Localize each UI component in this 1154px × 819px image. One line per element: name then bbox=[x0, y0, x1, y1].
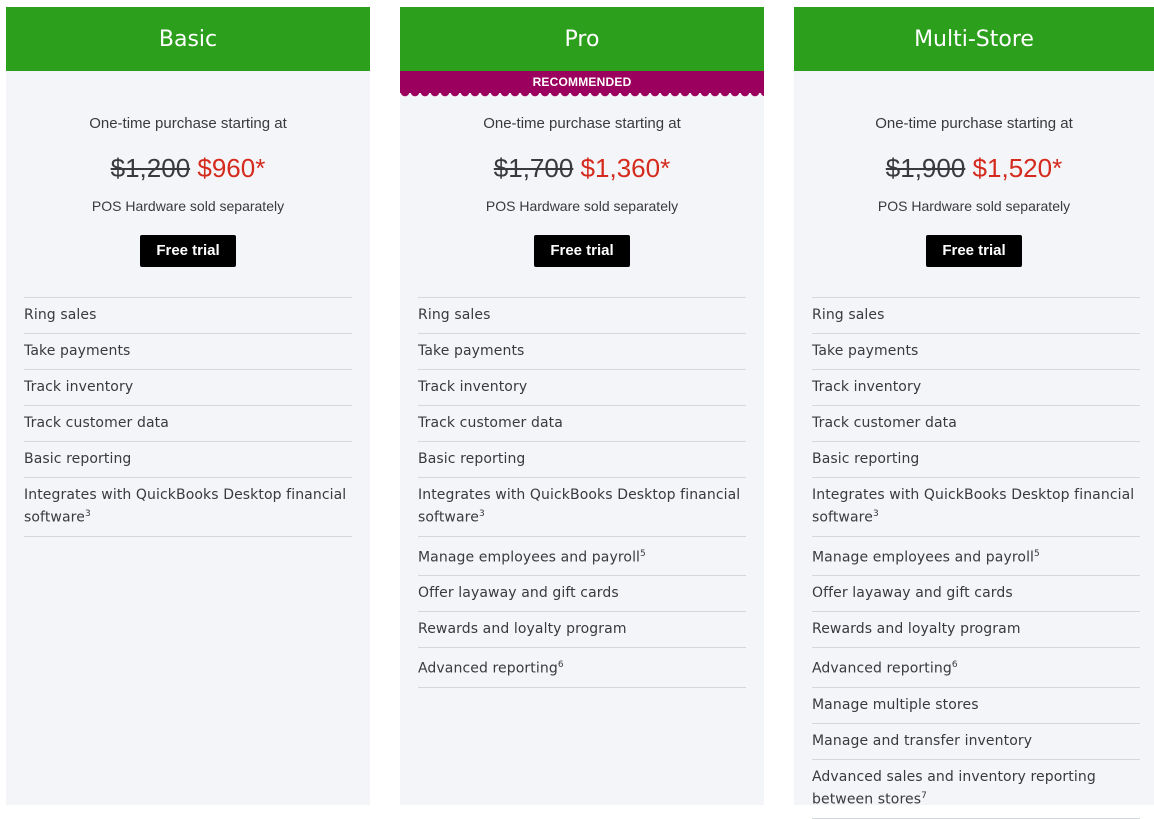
feature-text: Manage multiple stores bbox=[812, 696, 979, 713]
feature-text: Basic reporting bbox=[812, 451, 920, 467]
plan-name: Pro bbox=[400, 7, 764, 71]
feature-item: Track customer data bbox=[812, 406, 1140, 442]
recommended-ribbon: RECOMMENDED bbox=[400, 71, 764, 98]
original-price: $1,900 bbox=[885, 153, 966, 183]
feature-text: Basic reporting bbox=[24, 451, 132, 467]
feature-text: Rewards and loyalty program bbox=[418, 621, 627, 638]
plan-card-multi-store: Multi-Store One-time purchase starting a… bbox=[794, 7, 1154, 819]
price-line: $1,700 $1,360* bbox=[400, 153, 764, 184]
feature-item: Rewards and loyalty program bbox=[418, 612, 746, 649]
feature-item: Offer layaway and gift cards bbox=[418, 576, 746, 613]
free-trial-button[interactable]: Free trial bbox=[140, 235, 236, 267]
feature-text: Take payments bbox=[812, 343, 919, 359]
feature-text: Take payments bbox=[418, 343, 525, 359]
purchase-label: One-time purchase starting at bbox=[89, 115, 287, 132]
feature-item: Take payments bbox=[24, 334, 352, 370]
feature-item: Basic reporting bbox=[418, 442, 746, 478]
feature-text: Manage employees and payroll bbox=[418, 549, 641, 566]
feature-item: Integrates with QuickBooks Desktop finan… bbox=[812, 478, 1140, 537]
feature-text: Track inventory bbox=[812, 379, 922, 395]
purchase-label: One-time purchase starting at bbox=[483, 115, 681, 132]
feature-item: Rewards and loyalty program bbox=[812, 612, 1140, 649]
hardware-note: POS Hardware sold separately bbox=[91, 198, 285, 214]
feature-item: Ring sales bbox=[418, 298, 746, 334]
footnote-marker: 5 bbox=[640, 548, 646, 559]
footnote-marker: 5 bbox=[1034, 548, 1040, 559]
feature-item: Ring sales bbox=[24, 298, 352, 334]
feature-item: Take payments bbox=[812, 334, 1140, 370]
feature-item: Track inventory bbox=[418, 370, 746, 406]
feature-text: Advanced sales and inventory reporting b… bbox=[812, 768, 1096, 808]
footnote-marker: 3 bbox=[478, 509, 485, 519]
feature-text: Integrates with QuickBooks Desktop finan… bbox=[812, 487, 1135, 526]
feature-item: Track customer data bbox=[24, 406, 352, 442]
footnote-marker: 3 bbox=[872, 509, 879, 519]
feature-item: Integrates with QuickBooks Desktop finan… bbox=[24, 478, 352, 537]
plan-name: Multi-Store bbox=[794, 7, 1154, 71]
feature-item: Integrates with QuickBooks Desktop finan… bbox=[418, 478, 746, 537]
feature-text: Track customer data bbox=[812, 415, 957, 431]
feature-item: Basic reporting bbox=[24, 442, 352, 478]
feature-text: Track customer data bbox=[418, 415, 563, 431]
feature-item: Advanced reporting6 bbox=[418, 648, 746, 688]
price-line: $1,200 $960* bbox=[6, 153, 370, 184]
feature-item: Manage multiple stores bbox=[812, 688, 1140, 724]
feature-item: Manage employees and payroll5 bbox=[812, 537, 1140, 577]
feature-text: Ring sales bbox=[24, 307, 97, 323]
free-trial-button[interactable]: Free trial bbox=[534, 235, 630, 267]
hardware-note: POS Hardware sold separately bbox=[877, 198, 1071, 214]
sale-price: $1,360* bbox=[580, 153, 671, 183]
feature-item: Ring sales bbox=[812, 298, 1140, 334]
feature-item: Take payments bbox=[418, 334, 746, 370]
feature-item: Manage employees and payroll5 bbox=[418, 537, 746, 577]
hardware-note: POS Hardware sold separately bbox=[485, 198, 679, 214]
price-line: $1,900 $1,520* bbox=[794, 153, 1154, 184]
feature-item: Offer layaway and gift cards bbox=[812, 576, 1140, 613]
feature-list: Ring sales Take payments Track inventory Tr… bbox=[812, 297, 1140, 819]
feature-text: Advanced reporting bbox=[418, 660, 558, 677]
feature-text: Offer layaway and gift cards bbox=[418, 585, 619, 602]
feature-text: Track inventory bbox=[24, 379, 134, 395]
feature-text: Advanced reporting bbox=[812, 660, 952, 677]
feature-item: Track inventory bbox=[24, 370, 352, 406]
feature-text: Offer layaway and gift cards bbox=[812, 585, 1013, 602]
footnote-marker: 3 bbox=[84, 509, 91, 519]
footnote-marker: 6 bbox=[951, 660, 958, 671]
feature-list: Ring sales Take payments Track inventory Tr… bbox=[418, 297, 746, 688]
feature-text: Manage and transfer inventory bbox=[812, 732, 1033, 749]
free-trial-button[interactable]: Free trial bbox=[926, 235, 1022, 267]
feature-text: Ring sales bbox=[812, 307, 885, 323]
feature-item: Track inventory bbox=[812, 370, 1140, 406]
footnote-marker: 6 bbox=[557, 660, 564, 671]
feature-text: Rewards and loyalty program bbox=[812, 621, 1021, 638]
feature-text: Track customer data bbox=[24, 415, 169, 431]
feature-list: Ring sales Take payments Track inventory Tr… bbox=[24, 297, 352, 537]
original-price: $1,700 bbox=[493, 153, 574, 183]
feature-item: Manage and transfer inventory bbox=[812, 724, 1140, 760]
feature-text: Take payments bbox=[24, 343, 131, 359]
feature-text: Integrates with QuickBooks Desktop finan… bbox=[418, 487, 741, 526]
sale-price: $1,520* bbox=[972, 153, 1063, 183]
purchase-label: One-time purchase starting at bbox=[875, 115, 1073, 132]
sale-price: $960* bbox=[197, 153, 266, 183]
feature-item: Basic reporting bbox=[812, 442, 1140, 478]
plan-card-basic: Basic One-time purchase starting at $1,2… bbox=[6, 7, 370, 805]
feature-text: Basic reporting bbox=[418, 451, 526, 467]
plan-name: Basic bbox=[6, 7, 370, 71]
plan-card-pro: Pro RECOMMENDED One-time purchase starti… bbox=[400, 7, 764, 805]
feature-item: Advanced reporting6 bbox=[812, 648, 1140, 688]
feature-item: Advanced sales and inventory reporting b… bbox=[812, 760, 1140, 819]
feature-item: Track customer data bbox=[418, 406, 746, 442]
feature-text: Manage employees and payroll bbox=[812, 549, 1035, 566]
feature-text: Track inventory bbox=[418, 379, 528, 395]
feature-text: Ring sales bbox=[418, 307, 491, 323]
original-price: $1,200 bbox=[110, 153, 191, 183]
footnote-marker: 7 bbox=[921, 790, 927, 801]
feature-text: Integrates with QuickBooks Desktop finan… bbox=[24, 487, 347, 526]
